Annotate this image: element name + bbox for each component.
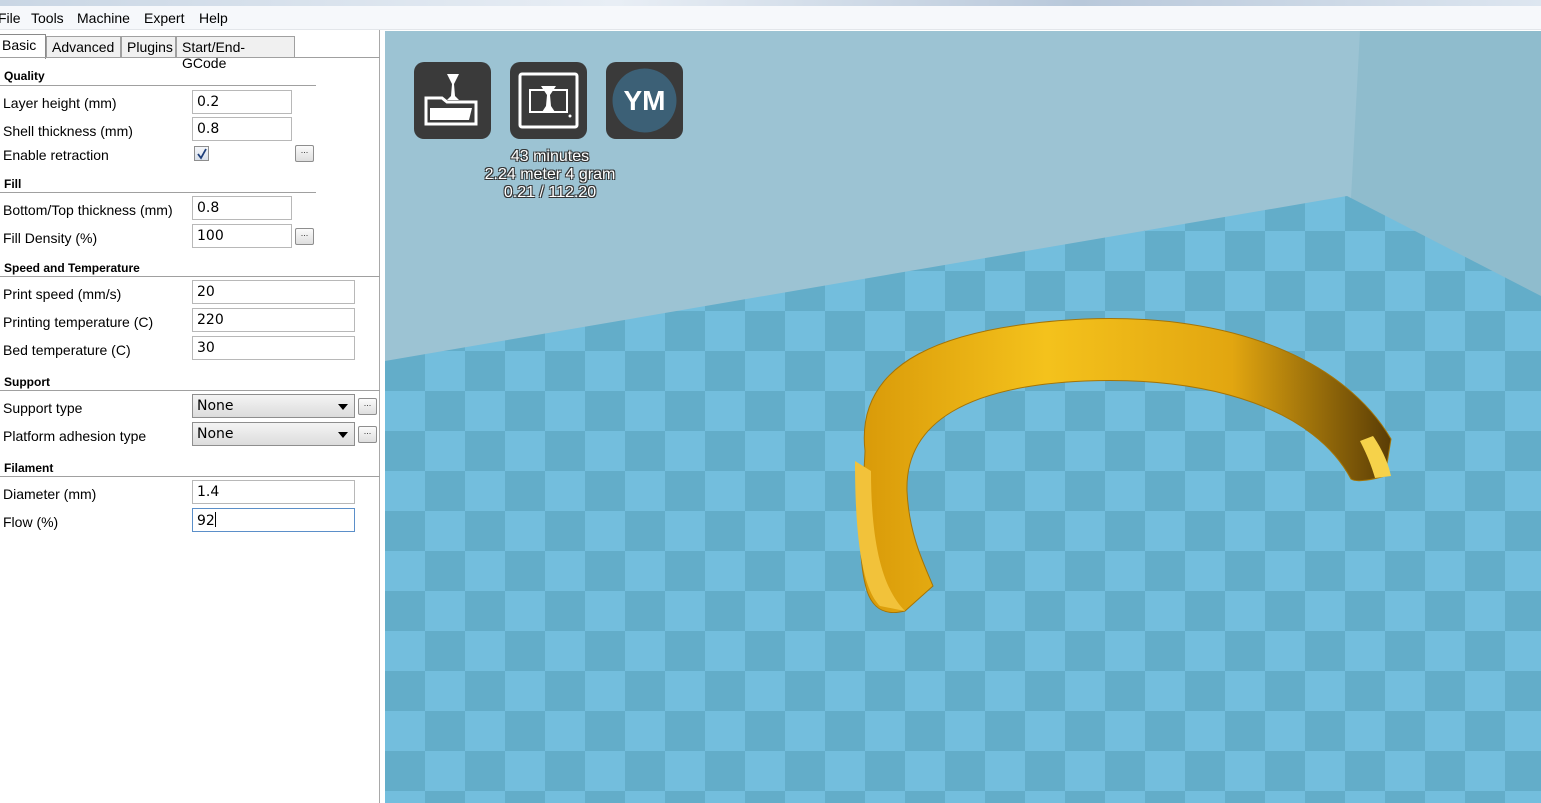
support-type-select[interactable]: None [192,394,355,418]
bed-temperature-label: Bed temperature (C) [3,342,131,358]
youmagine-button[interactable]: YM [606,62,683,139]
settings-panel: Basic Advanced Plugins Start/End-GCode Q… [0,30,380,803]
chevron-down-icon [338,404,348,410]
retraction-more-button[interactable]: ... [295,145,314,162]
settings-tabs: Basic Advanced Plugins Start/End-GCode [0,34,380,71]
platform-adhesion-value: None [197,426,234,442]
menubar: File Tools Machine Expert Help [0,6,1541,30]
filament-usage: 2.24 meter 4 gram [484,166,616,183]
fill-density-label: Fill Density (%) [3,230,98,246]
tab-divider [0,57,380,58]
menu-file[interactable]: File [0,10,21,26]
diameter-label: Diameter (mm) [3,486,97,502]
platform-adhesion-select[interactable]: None [192,422,355,446]
section-divider [0,390,380,391]
layer-height-input[interactable]: 0.2 [192,90,292,114]
cura-window: File Tools Machine Expert Help Basic Adv… [0,0,1541,803]
ym-icon: YM [612,68,677,133]
model-scale-info: 0.21 / 112.20 [503,184,597,201]
section-divider [0,276,380,277]
section-filament-title: Filament [4,461,54,475]
tab-advanced[interactable]: Advanced [46,36,121,58]
section-divider [0,192,316,193]
section-speed-title: Speed and Temperature [4,261,140,275]
menu-machine[interactable]: Machine [77,10,130,26]
section-divider [0,476,380,477]
print-stats: 43 minutes 2.24 meter 4 gram 0.21 / 112.… [440,148,660,202]
flow-value: 92 [197,513,215,529]
menu-expert[interactable]: Expert [144,10,184,26]
print-icon [518,72,579,129]
menu-help[interactable]: Help [199,10,228,26]
tab-basic[interactable]: Basic [0,34,46,59]
support-type-label: Support type [3,400,83,416]
fill-density-input[interactable]: 100 [192,224,292,248]
fill-density-more-button[interactable]: ... [295,228,314,245]
load-model-button[interactable] [414,62,491,139]
build-volume-scene [385,31,1541,803]
layer-height-label: Layer height (mm) [3,95,117,111]
svg-text:YM: YM [624,85,666,116]
flow-input[interactable]: 92 [192,508,355,532]
menu-tools[interactable]: Tools [31,10,64,26]
checkmark-icon [197,148,207,160]
flow-label: Flow (%) [3,514,59,530]
tab-start-end-gcode[interactable]: Start/End-GCode [176,36,295,71]
print-speed-input[interactable]: 20 [192,280,355,304]
bottom-top-thickness-input[interactable]: 0.8 [192,196,292,220]
platform-adhesion-label: Platform adhesion type [3,428,147,444]
retraction-checkbox[interactable] [194,146,209,161]
text-caret [214,512,216,527]
retraction-label: Enable retraction [3,147,109,163]
bed-temperature-input[interactable]: 30 [192,336,355,360]
section-divider [0,85,316,86]
support-type-value: None [197,398,234,414]
section-fill-title: Fill [4,177,22,191]
3d-viewport[interactable]: YM 43 minutes 2.24 meter 4 gram 0.21 / 1… [385,31,1541,803]
shell-thickness-label: Shell thickness (mm) [3,123,133,139]
shell-thickness-input[interactable]: 0.8 [192,117,292,141]
tab-plugins[interactable]: Plugins [121,36,176,58]
chevron-down-icon [338,432,348,438]
print-time: 43 minutes [510,148,590,165]
diameter-input[interactable]: 1.4 [192,480,355,504]
bottom-top-thickness-label: Bottom/Top thickness (mm) [3,202,173,218]
printing-temperature-input[interactable]: 220 [192,308,355,332]
load-icon [424,74,478,126]
support-type-more-button[interactable]: ... [358,398,377,415]
section-support-title: Support [4,375,50,389]
print-button[interactable] [510,62,587,139]
printing-temperature-label: Printing temperature (C) [3,314,154,330]
print-speed-label: Print speed (mm/s) [3,286,122,302]
platform-adhesion-more-button[interactable]: ... [358,426,377,443]
section-quality-title: Quality [4,69,45,83]
